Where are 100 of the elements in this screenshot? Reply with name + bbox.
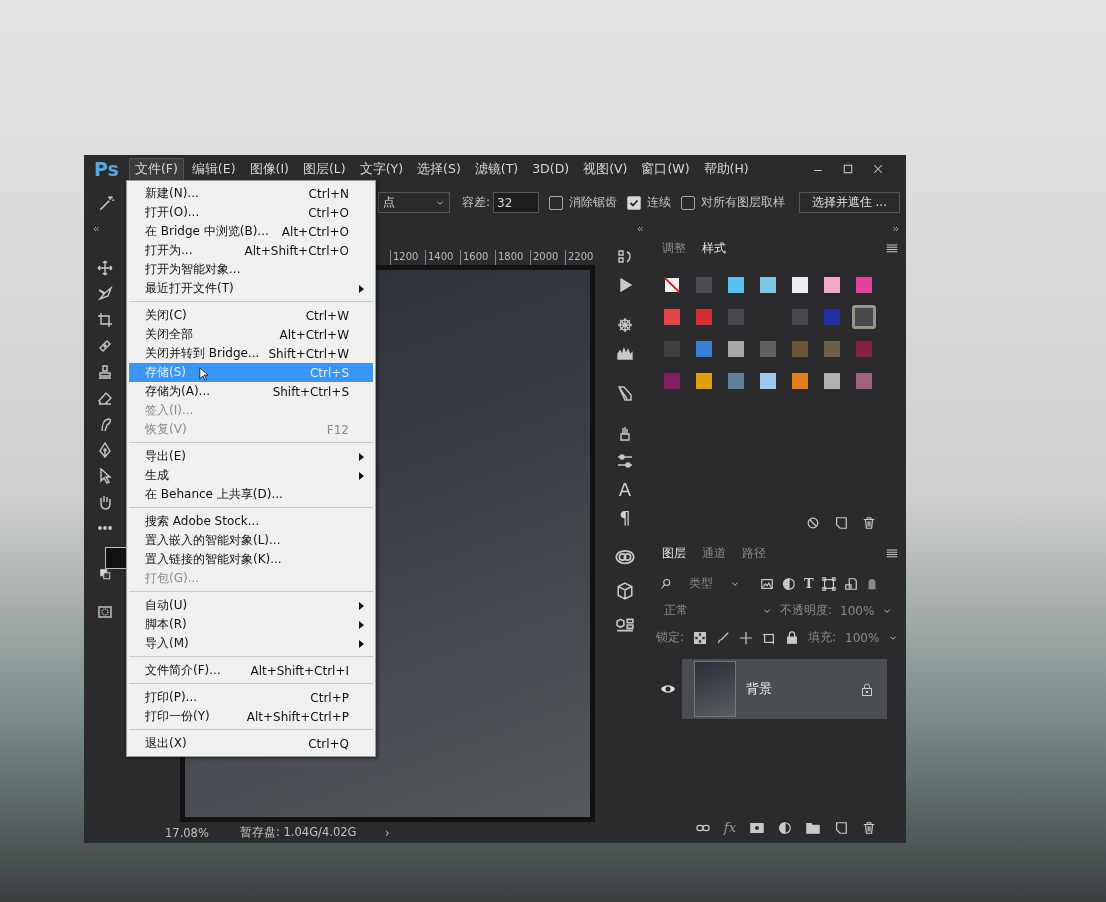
menu-bar-item[interactable]: 3D(D) (526, 157, 576, 181)
menu-item[interactable]: 关闭并转到 Bridge... Shift+Ctrl+W (129, 344, 373, 363)
style-swatch[interactable] (852, 305, 876, 329)
opacity-value[interactable]: 100% (840, 603, 875, 618)
menu-bar-item[interactable]: 视图(V) (577, 157, 634, 181)
style-swatch[interactable] (696, 277, 712, 293)
swap-colors-icon[interactable] (100, 569, 112, 581)
move-icon[interactable] (97, 260, 113, 276)
adjustment-layer-icon[interactable] (778, 820, 792, 835)
style-swatch[interactable] (696, 341, 712, 357)
style-swatch[interactable] (696, 373, 712, 389)
cube-layers-icon[interactable] (616, 616, 634, 634)
menu-item[interactable]: 导出(E) (129, 447, 373, 466)
style-swatch[interactable] (696, 309, 712, 325)
image-filter-icon[interactable] (760, 576, 774, 591)
menu-item[interactable]: 置入嵌入的智能对象(L)... (129, 531, 373, 550)
style-swatch[interactable] (728, 309, 744, 325)
menu-bar-item[interactable]: 窗口(W) (635, 157, 696, 181)
menu-item[interactable]: 退出(X) Ctrl+Q (129, 734, 373, 753)
collapse-icon[interactable] (636, 224, 644, 233)
style-swatch[interactable] (728, 341, 744, 357)
menu-bar-item[interactable]: 文字(Y) (353, 157, 410, 181)
brushes-icon[interactable] (617, 425, 633, 441)
collapse-icon[interactable] (92, 224, 100, 233)
fill-value[interactable]: 100% (845, 630, 880, 645)
style-swatch[interactable] (824, 341, 840, 357)
foreground-color-swatch[interactable] (105, 547, 127, 569)
style-swatch[interactable] (664, 309, 680, 325)
eraser-icon[interactable] (97, 390, 113, 406)
expand-icon[interactable] (892, 224, 900, 233)
lasso-icon[interactable] (97, 286, 113, 302)
status-arrow[interactable]: › (385, 825, 390, 840)
style-swatch[interactable] (728, 373, 744, 389)
menu-bar-item[interactable]: 图层(L) (296, 157, 352, 181)
panel-menu-icon[interactable] (886, 547, 898, 559)
filter-toggle-icon[interactable] (865, 576, 878, 591)
crop-icon[interactable] (97, 312, 113, 328)
menu-item[interactable]: 关闭全部 Alt+Ctrl+W (129, 325, 373, 344)
style-swatch[interactable] (792, 341, 808, 357)
cloud-icon[interactable] (615, 547, 635, 567)
brush-icon[interactable] (716, 630, 731, 645)
character-panel-icon[interactable]: A (618, 478, 632, 500)
magic-wand-icon[interactable] (98, 193, 116, 212)
menu-item[interactable]: 关闭(C) Ctrl+W (129, 306, 373, 325)
trash-icon[interactable] (862, 820, 876, 835)
checkbox[interactable] (549, 195, 564, 210)
panel-tab[interactable]: 图层 (662, 544, 686, 562)
type-filter-icon[interactable]: T (804, 576, 814, 591)
adjustment-filter-icon[interactable] (782, 576, 796, 591)
menu-item[interactable]: 文件简介(F)... Alt+Shift+Ctrl+I (129, 661, 373, 680)
wheel-icon[interactable] (617, 317, 633, 333)
style-swatch[interactable] (824, 309, 840, 325)
panel-tab[interactable]: 通道 (702, 544, 726, 562)
style-swatch[interactable] (760, 373, 776, 389)
panel-tab[interactable]: 调整 (662, 239, 686, 257)
shapes-icon[interactable] (617, 385, 633, 401)
shape-filter-icon[interactable] (821, 576, 836, 591)
style-swatch[interactable] (792, 373, 808, 389)
eye-icon[interactable] (660, 683, 676, 695)
lock-pixels-icon[interactable] (693, 630, 708, 645)
history-icon[interactable] (617, 249, 633, 265)
style-swatch[interactable] (728, 277, 744, 293)
select-and-mask-button[interactable]: 选择并遮住 ... (798, 192, 900, 213)
menu-item[interactable]: 打印(P)... Ctrl+P (129, 688, 373, 707)
cube-icon[interactable] (616, 582, 634, 600)
panel-tab[interactable]: 样式 (702, 239, 726, 257)
sliders-icon[interactable] (617, 453, 633, 469)
lock-icon[interactable] (785, 630, 800, 645)
tolerance-input[interactable]: 32 (493, 192, 540, 213)
menu-bar-item[interactable]: 帮助(H) (697, 157, 755, 181)
maximize-icon[interactable] (842, 163, 854, 175)
no-style-icon[interactable] (806, 516, 820, 530)
sample-size-dropdown[interactable]: 点 (378, 192, 450, 213)
stamp-icon[interactable] (97, 364, 113, 380)
style-swatch[interactable] (792, 277, 808, 293)
menu-item[interactable]: 导入(M) (129, 634, 373, 653)
menu-item[interactable]: 最近打开文件(T) (129, 279, 373, 298)
mask-icon[interactable] (750, 820, 764, 835)
menu-bar-item[interactable]: 编辑(E) (185, 157, 242, 181)
pen-icon[interactable] (97, 442, 113, 458)
style-swatch[interactable] (856, 341, 872, 357)
play-icon[interactable] (617, 277, 633, 293)
histogram-icon[interactable] (617, 345, 633, 361)
style-swatch[interactable] (760, 277, 776, 293)
blend-mode-dropdown[interactable]: 正常 (660, 602, 772, 619)
menu-bar-item[interactable]: 图像(I) (243, 157, 295, 181)
menu-bar-item[interactable]: 选择(S) (411, 157, 467, 181)
style-swatch[interactable] (792, 309, 808, 325)
menu-item[interactable]: 打印一份(Y) Alt+Shift+Ctrl+P (129, 707, 373, 726)
style-swatch[interactable] (760, 341, 776, 357)
menu-item[interactable]: 打开为智能对象... (129, 260, 373, 279)
bandage-icon[interactable] (97, 338, 113, 354)
menu-bar-item[interactable]: 文件(F) (128, 157, 184, 181)
filter-type-dropdown[interactable]: 类型 (660, 575, 740, 592)
menu-item[interactable]: 新建(N)... Ctrl+N (129, 184, 373, 203)
paragraph-panel-icon[interactable]: ¶ (619, 506, 631, 528)
smart-object-filter-icon[interactable] (843, 576, 858, 591)
style-swatch[interactable] (664, 373, 680, 389)
menu-item[interactable]: 自动(U) (129, 596, 373, 615)
menu-item[interactable]: 搜索 Adobe Stock... (129, 512, 373, 531)
